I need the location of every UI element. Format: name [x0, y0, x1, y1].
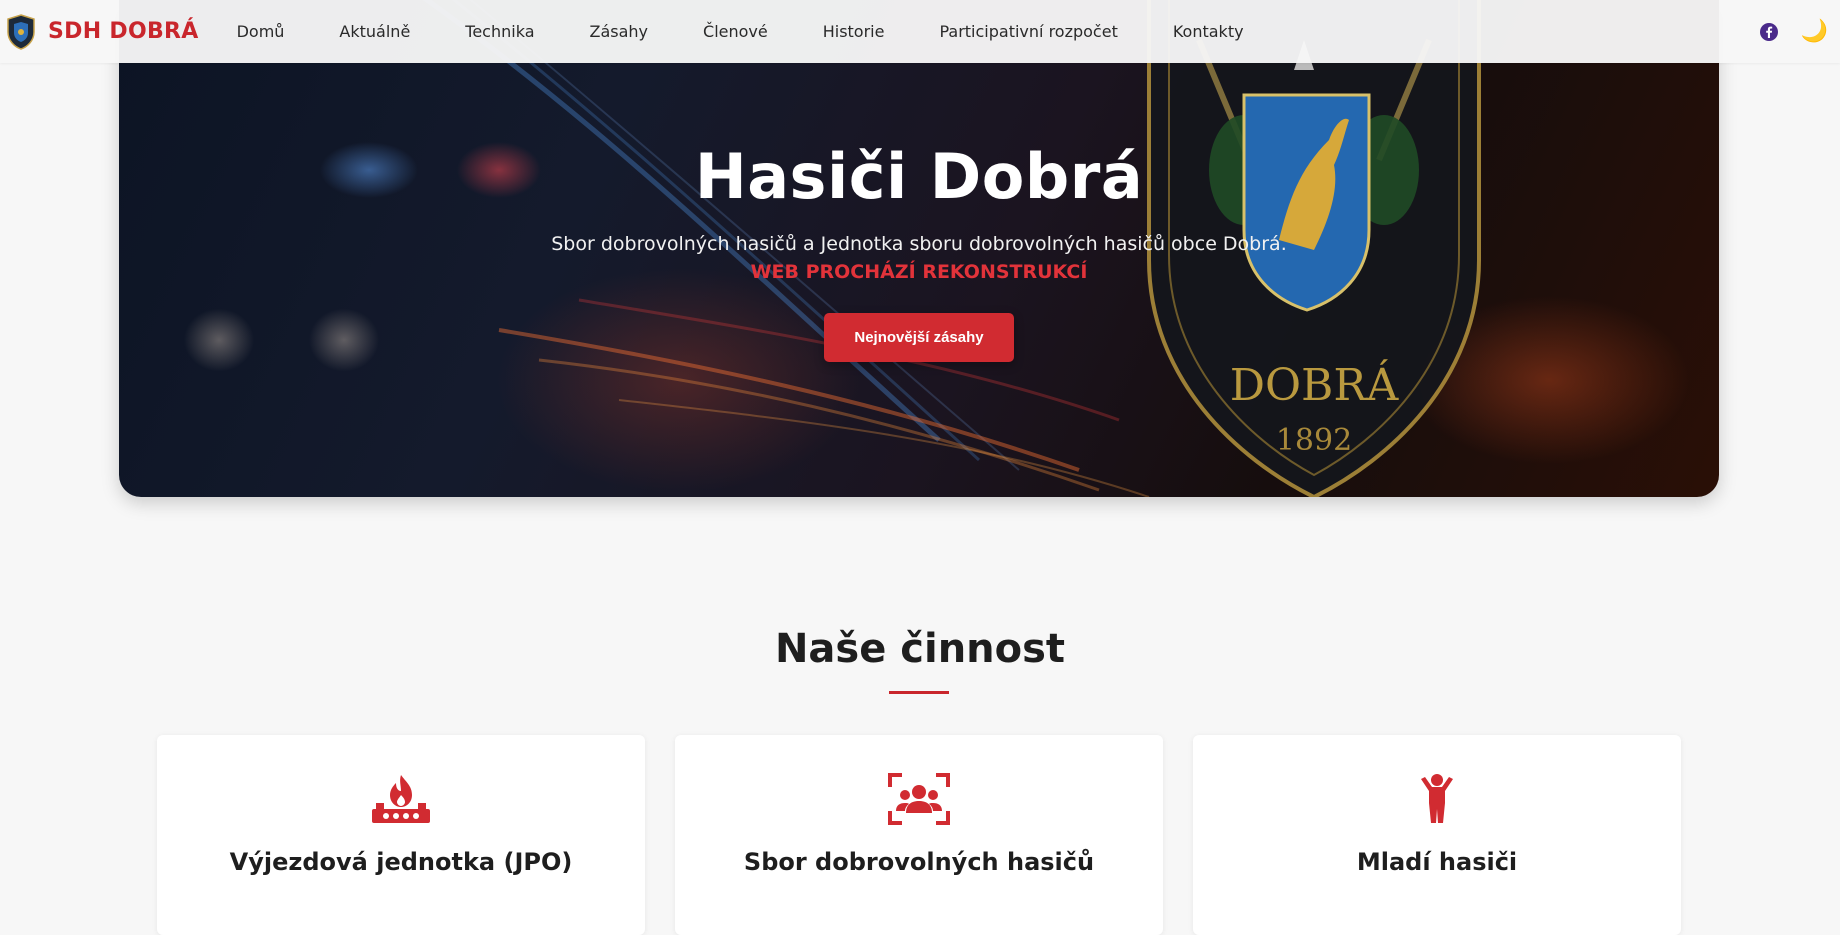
- nav-item-historie[interactable]: Historie: [823, 22, 885, 41]
- nav-actions: 🌙: [1759, 20, 1828, 43]
- fire-unit-icon: [372, 775, 430, 823]
- brand-name: SDH DOBRÁ: [48, 19, 199, 44]
- top-navbar: SDH DOBRÁ Domů Aktuálně Technika Zásahy …: [0, 0, 1840, 63]
- nav-item-zasahy[interactable]: Zásahy: [590, 22, 649, 41]
- nav-item-domu[interactable]: Domů: [237, 22, 285, 41]
- brand-link[interactable]: SDH DOBRÁ: [6, 13, 199, 50]
- moon-icon[interactable]: 🌙: [1801, 20, 1828, 43]
- activity-card-jpo[interactable]: Výjezdová jednotka (JPO): [157, 735, 645, 935]
- nav-item-participativni-rozpocet[interactable]: Participativní rozpočet: [939, 22, 1117, 41]
- main-nav: Domů Aktuálně Technika Zásahy Členové Hi…: [237, 22, 1299, 41]
- section-underline: [889, 691, 949, 694]
- nav-item-aktualne[interactable]: Aktuálně: [339, 22, 410, 41]
- crest-text: DOBRÁ: [1230, 358, 1400, 411]
- card-title: Sbor dobrovolných hasičů: [743, 848, 1095, 876]
- nav-item-kontakty[interactable]: Kontakty: [1173, 22, 1244, 41]
- hero-title: Hasiči Dobrá: [694, 140, 1144, 213]
- hero-notice: WEB PROCHÁZÍ REKONSTRUKCÍ: [750, 261, 1088, 283]
- activity-card-sdh[interactable]: Sbor dobrovolných hasičů: [675, 735, 1163, 935]
- facebook-icon[interactable]: [1759, 22, 1779, 42]
- latest-incidents-button[interactable]: Nejnovější zásahy: [824, 313, 1014, 362]
- nav-item-clenove[interactable]: Členové: [703, 22, 768, 41]
- hero-subtitle: Sbor dobrovolných hasičů a Jednotka sbor…: [551, 233, 1287, 255]
- section-title: Naše činnost: [774, 626, 1066, 672]
- nav-item-technika[interactable]: Technika: [465, 22, 534, 41]
- activity-card-mladi-hasici[interactable]: Mladí hasiči: [1193, 735, 1681, 935]
- card-title: Výjezdová jednotka (JPO): [229, 848, 573, 876]
- brand-logo-icon: [7, 13, 35, 50]
- hero-banner: DOBRÁ 1892 Hasiči Dobrá Sbor dobrovolnýc…: [119, 0, 1719, 497]
- child-icon: [1421, 774, 1453, 823]
- crest-year: 1892: [1276, 423, 1352, 458]
- group-icon: [888, 773, 950, 825]
- card-title: Mladí hasiči: [1356, 848, 1518, 876]
